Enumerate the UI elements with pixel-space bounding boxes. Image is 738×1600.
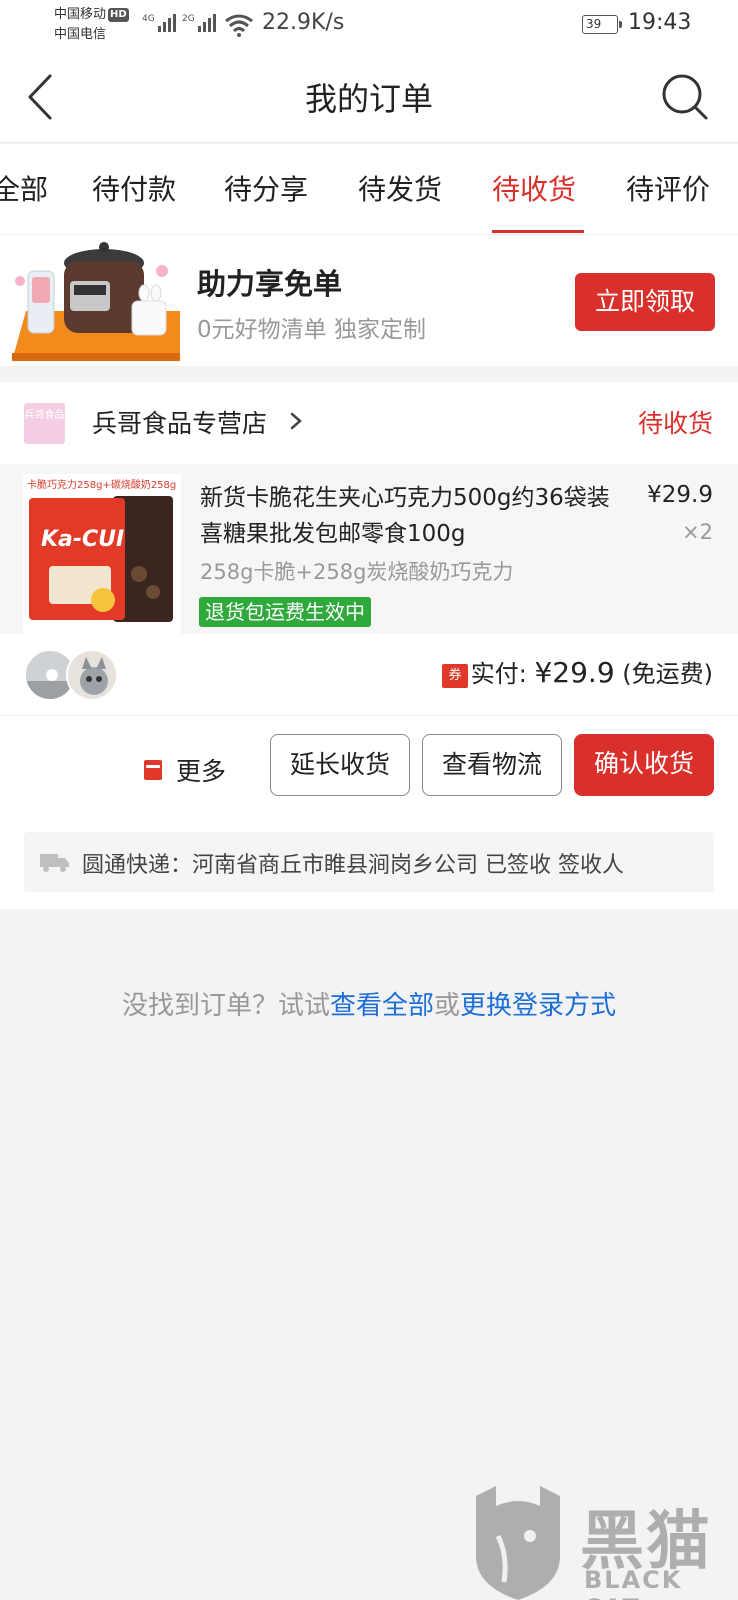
back-button[interactable] [22,72,62,122]
search-button[interactable] [660,72,710,122]
product-price: ¥29.9 [647,482,713,508]
shop-row[interactable]: 兵哥食品 兵哥食品专营店 待收货 [0,382,738,464]
coupon-icon: 券 [442,664,468,688]
more-icon [144,760,162,780]
network-type-2: 2G [182,14,195,24]
network-speed: 22.9K/s [262,10,345,35]
hint-middle: 或 [434,991,461,1021]
tab-all[interactable]: 全部 [0,168,48,208]
watermark: 黑猫 BLACK CAT [468,1486,733,1600]
return-shipping-badge: 退货包运费生效中 [199,597,371,627]
product-image-banner: 卡脆巧克力258g+碳烧酸奶258g [27,478,176,491]
tab-pending-review[interactable]: 待评价 [626,168,710,208]
product-image: 卡脆巧克力258g+碳烧酸奶258g Ka-CUI [23,474,181,634]
paid-total: 实付: ¥29.9 (免运费) [471,654,713,689]
paid-amount: ¥29.9 [534,656,615,689]
product-quantity: ×2 [682,520,713,544]
extend-receipt-button[interactable]: 延长收货 [270,734,410,796]
more-button[interactable]: 更多 [176,752,226,788]
signal-icon-2: 2G [182,14,216,32]
header: 我的订单 [0,50,738,143]
product-image-brand: Ka-CUI [41,527,124,552]
confirm-receipt-button[interactable]: 确认收货 [574,734,714,796]
not-found-hint: 没找到订单？试试查看全部或更换登录方式 [0,985,738,1022]
battery-level: 39 [586,17,602,31]
carrier-1: 中国移动 [54,7,107,22]
search-icon [662,74,708,120]
tab-pending-share[interactable]: 待分享 [224,168,308,208]
watermark-en: BLACK CAT [584,1566,683,1600]
paid-label: 实付: [470,660,535,688]
tab-pending-payment[interactable]: 待付款 [92,168,176,208]
truck-icon [40,854,69,872]
network-type-1: 4G [142,14,155,24]
wifi-icon [225,14,253,37]
chevron-left-icon [28,74,52,120]
payment-row: 券 实付: ¥29.9 (免运费) [0,634,738,716]
switch-login-link[interactable]: 更换登录方式 [460,991,616,1021]
active-tab-indicator [492,230,584,233]
order-tabs: 全部 待付款 待分享 待发货 待收货 待评价 [0,144,738,234]
view-logistics-button[interactable]: 查看物流 [422,734,562,796]
promo-products-image [12,242,180,361]
carrier-2: 中国电信 [54,27,107,42]
clock: 19:43 [628,10,692,35]
page-title: 我的订单 [304,80,433,118]
hd-badge: HD [108,8,129,22]
promo-banner[interactable]: 助力享免单 0元好物清单 独家定制 立即领取 [0,234,738,366]
hint-prefix: 没找到订单？试试 [121,991,330,1021]
tab-pending-shipment[interactable]: 待发货 [358,168,442,208]
product-title: 新货卡脆花生夹心巧克力500g约36袋装喜糖果批发包邮零食100g [200,485,610,547]
battery-icon: 39 [582,15,622,34]
order-card: 兵哥食品 兵哥食品专营店 待收货 卡脆巧克力258g+碳烧酸奶258g Ka-C… [0,382,738,909]
tab-pending-receipt[interactable]: 待收货 [492,168,576,208]
signal-icon: 4G [142,14,176,32]
promo-subtitle: 0元好物清单 独家定制 [197,317,426,343]
carrier-info: 中国移动 HD 中国电信 [54,5,129,45]
order-status: 待收货 [637,409,713,438]
claim-now-button[interactable]: 立即领取 [575,273,715,331]
logistics-info[interactable]: 圆通快递：河南省商丘市睢县涧岗乡公司 已签收 签收人 [24,832,714,892]
product-spec: 258g卡脆+258g炭烧酸奶巧克力 [200,560,514,584]
paid-note: (免运费) [614,660,713,688]
black-cat-logo-icon [476,1486,560,1600]
view-all-link[interactable]: 查看全部 [330,991,434,1021]
logistics-text: 圆通快递：河南省商丘市睢县涧岗乡公司 已签收 签收人 [82,853,624,878]
chevron-right-icon [290,412,302,430]
product-item[interactable]: 卡脆巧克力258g+碳烧酸奶258g Ka-CUI 新货卡脆花生夹心巧克力500… [0,464,738,634]
order-actions: 更多 延长收货 查看物流 确认收货 [0,716,738,816]
shop-logo: 兵哥食品 [24,403,65,444]
status-bar: 中国移动 HD 中国电信 4G 2G 22.9K/s 39 19:43 [0,0,738,50]
shop-name[interactable]: 兵哥食品专营店 [92,404,267,440]
promo-title: 助力享免单 [197,267,343,301]
avatar-2 [66,649,118,701]
